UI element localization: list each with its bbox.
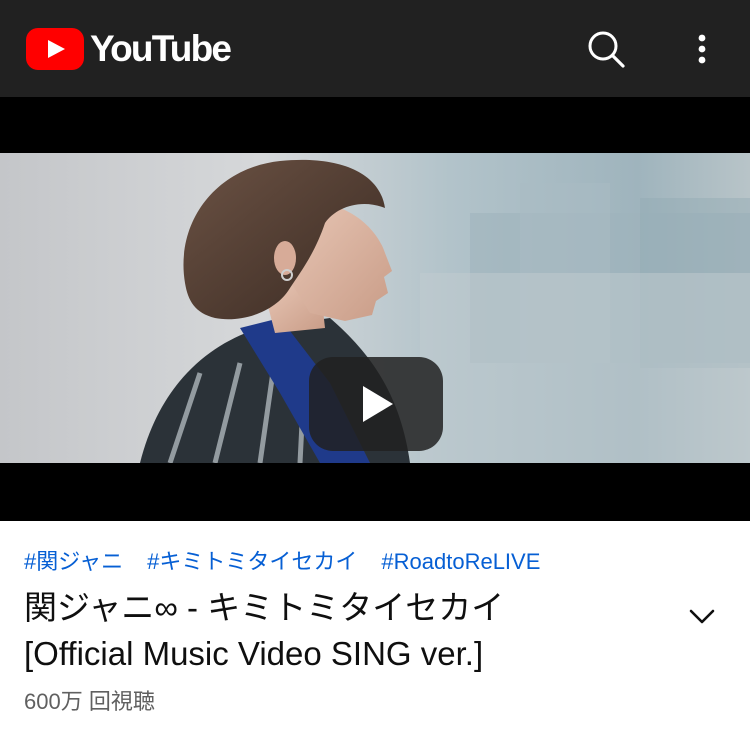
more-options-button[interactable]	[684, 28, 720, 72]
hashtag-list: #関ジャニ #キミトミタイセカイ #RoadtoReLIVE	[24, 547, 540, 577]
more-vert-icon	[698, 34, 706, 64]
video-player[interactable]	[0, 97, 750, 521]
top-app-bar: YouTube	[0, 0, 750, 97]
youtube-mobile-page: YouTube #関ジャニ #キミトミタイセカイ #RoadtoReLIVE 関…	[0, 0, 750, 734]
chevron-down-icon	[689, 609, 715, 624]
search-icon	[588, 31, 625, 68]
hashtag-link[interactable]: #関ジャニ	[24, 547, 123, 577]
search-button[interactable]	[584, 28, 628, 72]
expand-description-button[interactable]	[684, 601, 720, 631]
video-title[interactable]: 関ジャニ∞ - キミトミタイセカイ [Official Music Video …	[24, 585, 644, 677]
video-info: #関ジャニ #キミトミタイセカイ #RoadtoReLIVE 関ジャニ∞ - キ…	[0, 521, 750, 734]
view-count: 600万 回視聴	[24, 689, 155, 714]
hashtag-link[interactable]: #RoadtoReLIVE	[381, 547, 540, 577]
play-icon	[309, 357, 443, 451]
logo-text: YouTube	[90, 28, 232, 69]
youtube-play-logo-icon	[26, 28, 84, 70]
video-title-line: 関ジャニ∞ - キミトミタイセカイ	[24, 589, 505, 626]
hashtag-link[interactable]: #キミトミタイセカイ	[147, 547, 357, 577]
youtube-logo[interactable]: YouTube	[26, 24, 232, 74]
play-button[interactable]	[309, 357, 443, 451]
video-title-line: [Official Music Video SING ver.]	[24, 635, 484, 672]
